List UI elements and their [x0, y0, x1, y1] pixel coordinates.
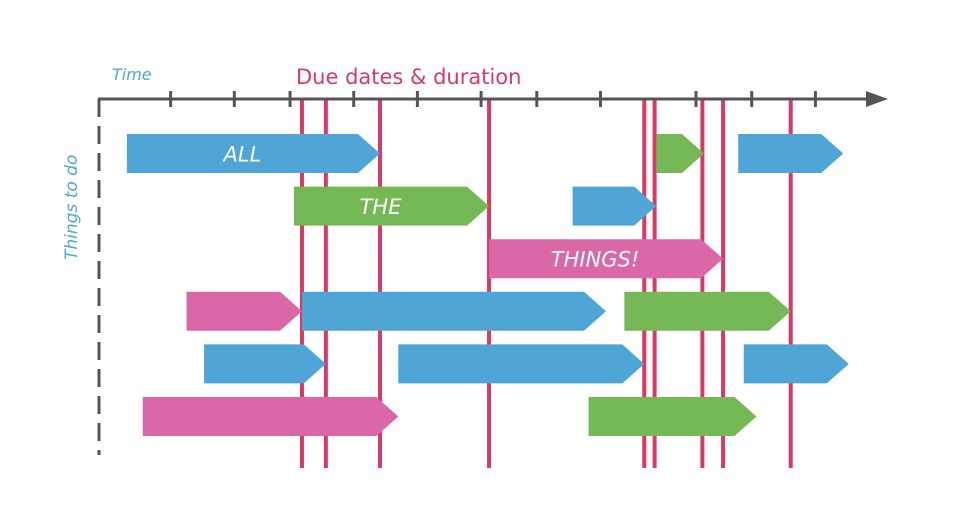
x-axis-label: Time: [112, 65, 152, 84]
task-bar: [142, 397, 399, 436]
task-bar: [588, 397, 757, 436]
task-arrow-shape: [738, 134, 844, 173]
task-label: THINGS!: [551, 248, 640, 272]
task-bar: [624, 291, 791, 331]
task-arrow-shape: [588, 397, 757, 436]
task-bar: [301, 291, 607, 331]
diagram-title: Due dates & duration: [296, 65, 521, 89]
task-label: ALL: [222, 143, 262, 167]
task-arrow-shape: [186, 291, 302, 331]
task-arrow-shape: [656, 134, 704, 173]
task-bar: [204, 344, 326, 384]
task-arrow-shape: [142, 397, 399, 436]
task-bar: THINGS!: [489, 239, 724, 279]
x-axis-arrow-icon: [866, 91, 888, 107]
task-bar: [186, 291, 302, 331]
gantt-diagram: ALLTHETHINGS! Time Due dates & duration …: [62, 65, 888, 468]
task-bar: [738, 134, 844, 173]
task-bar: THE: [294, 186, 490, 226]
task-arrow-shape: [743, 344, 849, 384]
task-arrow-shape: [624, 291, 791, 331]
task-bar: ALL: [126, 134, 380, 173]
task-bar: [656, 134, 704, 173]
task-bar: [743, 344, 849, 384]
task-label: THE: [360, 195, 403, 219]
task-arrow-shape: [301, 291, 607, 331]
task-arrow-shape: [204, 344, 326, 384]
y-axis-label: Things to do: [62, 155, 82, 260]
task-arrow-shape: [398, 344, 645, 384]
task-bar: [398, 344, 645, 384]
